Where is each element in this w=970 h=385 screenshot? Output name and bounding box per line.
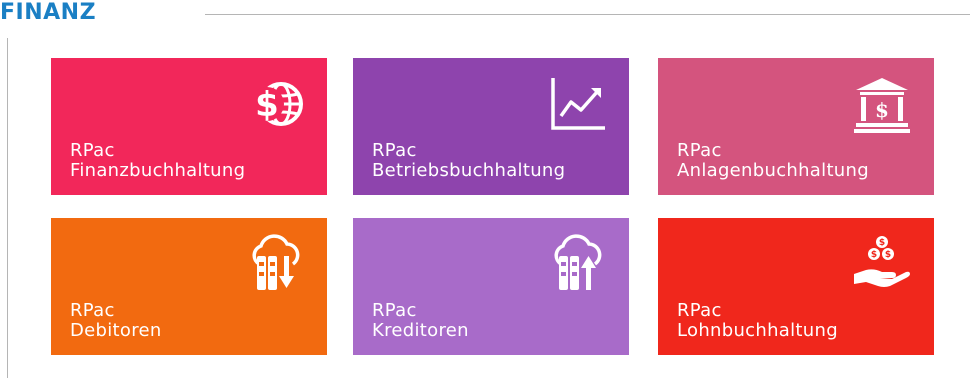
tile-label-line1: RPac [70,300,115,321]
tile-label-line1: RPac [677,140,722,161]
svg-text:$: $ [871,250,877,260]
line-chart-icon [547,74,607,134]
tile-kreditoren[interactable]: RPac Kreditoren [353,218,629,355]
tile-anlagenbuchhaltung[interactable]: $ RPac Anlagenbuchhaltung [658,58,934,195]
tile-label: RPac Anlagenbuchhaltung [677,141,869,181]
cloud-download-icon [245,234,305,294]
tile-label: RPac Finanzbuchhaltung [70,141,245,181]
tile-betriebsbuchhaltung[interactable]: RPac Betriebsbuchhaltung [353,58,629,195]
tile-debitoren[interactable]: RPac Debitoren [51,218,327,355]
tile-label-line2: Lohnbuchhaltung [677,320,838,341]
tile-lohnbuchhaltung[interactable]: $ $ $ RPac Lohnbuchhaltung [658,218,934,355]
cloud-upload-icon [547,234,607,294]
tile-label-line2: Finanzbuchhaltung [70,160,246,181]
title-divider [205,14,970,15]
tile-label-line2: Betriebsbuchhaltung [372,160,566,181]
svg-text:$: $ [875,98,889,122]
tile-label: RPac Debitoren [70,301,162,341]
tile-finanzbuchhaltung[interactable]: $ RPac Finanzbuchhaltung [51,58,327,195]
hand-coins-icon: $ $ $ [852,234,912,294]
tile-label: RPac Lohnbuchhaltung [677,301,838,341]
tile-label: RPac Kreditoren [372,301,469,341]
svg-text:$: $ [255,85,279,125]
svg-text:$: $ [885,250,891,260]
tile-label-line1: RPac [372,300,417,321]
tile-label-line2: Debitoren [70,320,162,341]
tile-label: RPac Betriebsbuchhaltung [372,141,565,181]
tile-label-line1: RPac [677,300,722,321]
dollar-globe-icon: $ [245,74,305,134]
svg-text:$: $ [879,238,885,248]
side-divider [7,38,8,378]
bank-icon: $ [852,74,912,134]
tile-label-line2: Kreditoren [372,320,469,341]
tile-label-line1: RPac [372,140,417,161]
tile-label-line1: RPac [70,140,115,161]
tile-label-line2: Anlagenbuchhaltung [677,160,869,181]
section-title: FINANZ [0,0,97,25]
